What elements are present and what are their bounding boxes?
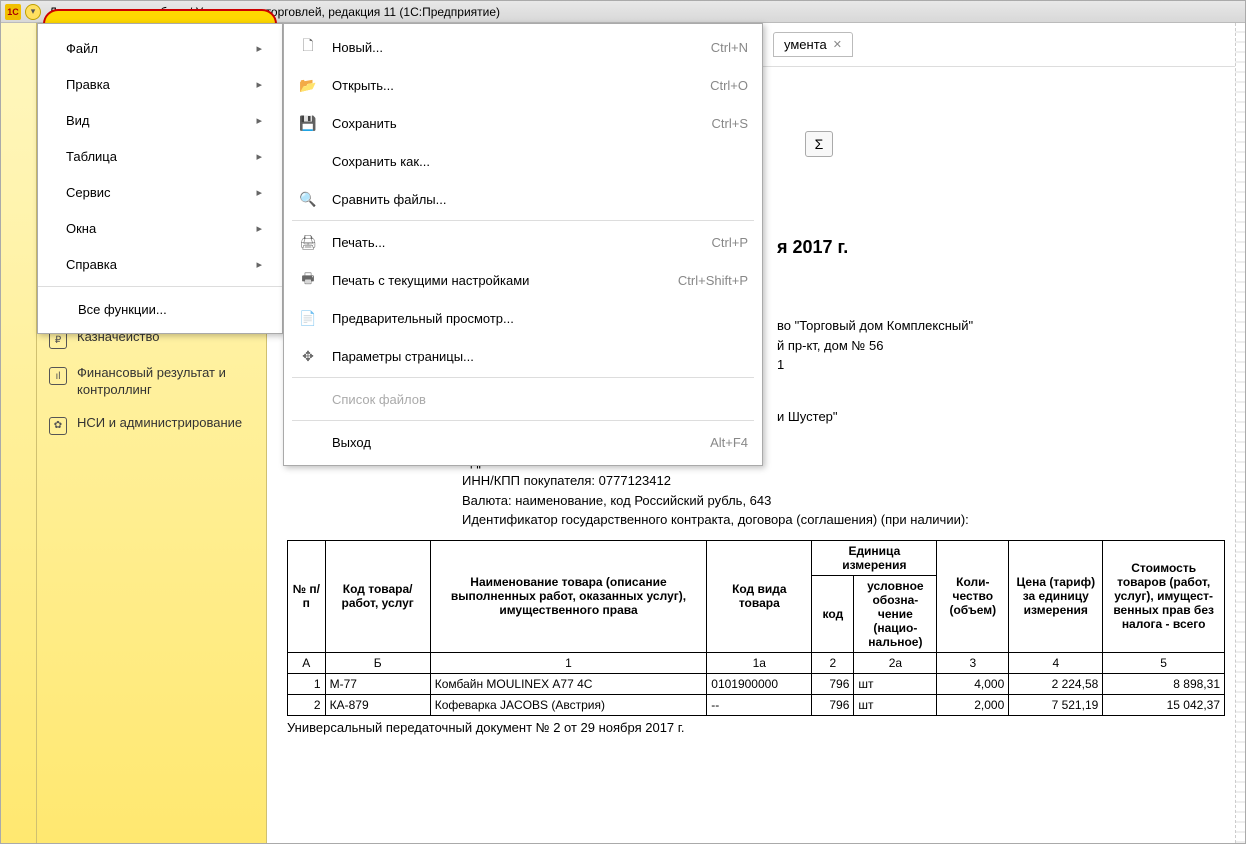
main-menu: Файл▸ Правка▸ Вид▸ Таблица▸ Сервис▸ Окна… xyxy=(37,23,283,334)
blank-icon xyxy=(298,151,318,171)
menu-all-functions[interactable]: Все функции... xyxy=(38,291,282,327)
save-icon: 💾 xyxy=(298,113,318,133)
print-icon: 🖨 xyxy=(298,232,318,252)
app-icon: 1C xyxy=(5,4,21,20)
col-unit-code: код xyxy=(812,575,854,652)
print-settings-icon: 🖶 xyxy=(298,270,318,290)
submenu-page-params[interactable]: ✥ Параметры страницы... xyxy=(284,337,762,375)
chart-icon: ıl xyxy=(49,367,67,385)
submenu-print-settings[interactable]: 🖶 Печать с текущими настройками Ctrl+Shi… xyxy=(284,261,762,299)
submenu-new[interactable]: 🗋 Новый... Ctrl+N xyxy=(284,28,762,66)
submenu-file-list: Список файлов xyxy=(284,380,762,418)
sidebar-item-label: НСИ и администрирование xyxy=(77,415,242,432)
sidebar-item-finresult[interactable]: ıl Финансовый результат и контроллинг xyxy=(37,357,266,407)
col-code: Код товара/ работ, услуг xyxy=(325,540,430,652)
doc-footer: Универсальный передаточный документ № 2 … xyxy=(287,720,1225,735)
menu-help[interactable]: Справка▸ xyxy=(38,246,282,282)
titlebar: 1C Демонстрационная база / Управление то… xyxy=(1,1,1245,23)
menu-view[interactable]: Вид▸ xyxy=(38,102,282,138)
menu-service[interactable]: Сервис▸ xyxy=(38,174,282,210)
submenu-print[interactable]: 🖨 Печать... Ctrl+P xyxy=(284,223,762,261)
col-unit-desc: условное обозна-чение (нацио-нальное) xyxy=(854,575,937,652)
left-toolbar xyxy=(1,23,37,843)
contract-id-line: Идентификатор государственного контракта… xyxy=(462,510,1225,530)
torn-edge xyxy=(1235,23,1245,843)
sidebar-item-nsi[interactable]: ✿ НСИ и администрирование xyxy=(37,407,266,443)
compare-icon: 🔍 xyxy=(298,189,318,209)
col-npp: № п/п xyxy=(288,540,326,652)
col-name: Наименование товара (описание выполненны… xyxy=(430,540,707,652)
supplier-line: во "Торговый дом Комплексный" xyxy=(777,316,1225,336)
extra-num: 1 xyxy=(777,355,1225,375)
folder-open-icon: 📂 xyxy=(298,75,318,95)
table-row[interactable]: 1 М-77 Комбайн MOULINEX А77 4С 010190000… xyxy=(288,673,1225,694)
submenu-save[interactable]: 💾 Сохранить Ctrl+S xyxy=(284,104,762,142)
titlebar-dropdown[interactable] xyxy=(25,4,41,20)
file-new-icon: 🗋 xyxy=(298,37,318,57)
window-title: Демонстрационная база / Управление торго… xyxy=(49,5,500,19)
menu-table[interactable]: Таблица▸ xyxy=(38,138,282,174)
doc-title: я 2017 г. xyxy=(777,237,1225,258)
buyer-fragment: и Шустер" xyxy=(777,407,1225,427)
currency-line: Валюта: наименование, код Российский руб… xyxy=(462,491,1225,511)
items-table: № п/п Код товара/ работ, услуг Наименова… xyxy=(287,540,1225,716)
file-submenu: 🗋 Новый... Ctrl+N 📂 Открыть... Ctrl+O 💾 … xyxy=(283,23,763,466)
col-unit: Единица измерения xyxy=(812,540,937,575)
tab-label: умента xyxy=(784,37,827,52)
page-params-icon: ✥ xyxy=(298,346,318,366)
blank-icon xyxy=(298,432,318,452)
preview-icon: 📄 xyxy=(298,308,318,328)
col-cost: Стоимость товаров (работ, услуг), имущес… xyxy=(1103,540,1225,652)
close-icon[interactable]: ✕ xyxy=(833,38,842,51)
document-tab[interactable]: умента ✕ xyxy=(773,32,853,57)
submenu-save-as[interactable]: Сохранить как... xyxy=(284,142,762,180)
sidebar-item-label: Финансовый результат и контроллинг xyxy=(77,365,254,399)
menu-file[interactable]: Файл▸ xyxy=(38,30,282,66)
col-kind: Код вида товара xyxy=(707,540,812,652)
col-number-row: А Б 1 1а 2 2а 3 4 5 xyxy=(288,652,1225,673)
menu-windows[interactable]: Окна▸ xyxy=(38,210,282,246)
submenu-open[interactable]: 📂 Открыть... Ctrl+O xyxy=(284,66,762,104)
sum-button[interactable]: Σ xyxy=(805,131,833,157)
address-line: й пр-кт, дом № 56 xyxy=(777,336,1225,356)
table-row[interactable]: 2 КА-879 Кофеварка JACOBS (Австрия) -- 7… xyxy=(288,694,1225,715)
buyer-inn: ИНН/КПП покупателя: 0777123412 xyxy=(462,471,1225,491)
menu-edit[interactable]: Правка▸ xyxy=(38,66,282,102)
submenu-compare[interactable]: 🔍 Сравнить файлы... xyxy=(284,180,762,218)
submenu-exit[interactable]: Выход Alt+F4 xyxy=(284,423,762,461)
col-price: Цена (тариф) за единицу измерения xyxy=(1009,540,1103,652)
blank-icon xyxy=(298,389,318,409)
col-qty: Коли-чество (объем) xyxy=(937,540,1009,652)
submenu-preview[interactable]: 📄 Предварительный просмотр... xyxy=(284,299,762,337)
gear-icon: ✿ xyxy=(49,417,67,435)
